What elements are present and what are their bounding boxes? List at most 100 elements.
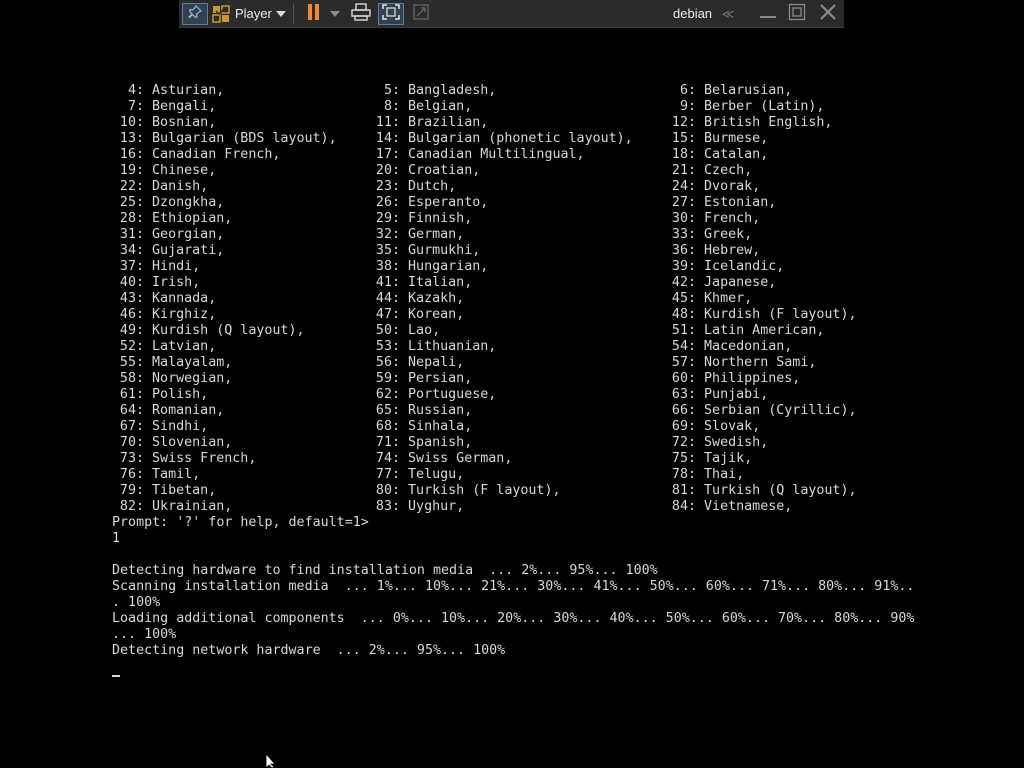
unity-button[interactable] bbox=[409, 3, 433, 25]
keyboard-option: 66: Serbian (Cyrillic), bbox=[664, 403, 857, 419]
fullscreen-button[interactable] bbox=[378, 3, 404, 25]
option-number: 73: bbox=[119, 451, 144, 466]
option-label: Sindhi, bbox=[152, 419, 209, 434]
option-number: 4: bbox=[127, 83, 144, 98]
keyboard-option: 42: Japanese, bbox=[664, 275, 776, 291]
keyboard-option: 37: Hindi, bbox=[112, 259, 200, 275]
keyboard-option: 70: Slovenian, bbox=[112, 435, 232, 451]
keyboard-option: 18: Catalan, bbox=[664, 147, 768, 163]
option-label: Tibetan, bbox=[152, 483, 217, 498]
option-label: Canadian Multilingual, bbox=[408, 147, 585, 162]
option-label: Dutch, bbox=[408, 179, 457, 194]
option-label: Czech, bbox=[704, 163, 753, 178]
player-menu-button[interactable]: Player bbox=[235, 3, 273, 25]
player-logo-icon[interactable] bbox=[211, 3, 231, 25]
option-label: Gurmukhi, bbox=[408, 243, 481, 258]
keyboard-option: 29: Finnish, bbox=[368, 211, 472, 227]
option-number: 46: bbox=[119, 307, 144, 322]
option-label: French, bbox=[704, 211, 761, 226]
option-label: Tamil, bbox=[152, 467, 201, 482]
keyboard-option: 52: Latvian, bbox=[112, 339, 216, 355]
option-number: 16: bbox=[119, 147, 144, 162]
pin-toolbar-button[interactable] bbox=[182, 3, 208, 25]
keyboard-option: 45: Khmer, bbox=[664, 291, 752, 307]
collapse-icon[interactable]: ≪ bbox=[719, 3, 737, 25]
minimize-button[interactable] bbox=[757, 3, 779, 25]
keyboard-option: 51: Latin American, bbox=[664, 323, 824, 339]
option-number: 26: bbox=[375, 195, 400, 210]
option-number: 22: bbox=[119, 179, 144, 194]
keyboard-option: 33: Greek, bbox=[664, 227, 752, 243]
keyboard-option: 59: Persian, bbox=[368, 371, 472, 387]
option-label: Uyghur, bbox=[408, 499, 465, 514]
option-number: 6: bbox=[679, 83, 696, 98]
option-label: Bengali, bbox=[152, 99, 217, 114]
keyboard-option: 64: Romanian, bbox=[112, 403, 224, 419]
keyboard-option: 47: Korean, bbox=[368, 307, 464, 323]
keyboard-option: 53: Lithuanian, bbox=[368, 339, 496, 355]
option-label: Kazakh, bbox=[408, 291, 465, 306]
option-label: Ukrainian, bbox=[152, 499, 233, 514]
option-label: Norwegian, bbox=[152, 371, 233, 386]
console-input-echo: 1 bbox=[112, 531, 121, 546]
option-label: Macedonian, bbox=[704, 339, 793, 354]
keyboard-option: 10: Bosnian, bbox=[112, 115, 216, 131]
option-number: 12: bbox=[671, 115, 696, 130]
keyboard-option: 65: Russian, bbox=[368, 403, 472, 419]
option-label: Hungarian, bbox=[408, 259, 489, 274]
ctrl-alt-del-button[interactable] bbox=[349, 2, 373, 25]
option-label: Philippines, bbox=[704, 371, 801, 386]
keyboard-option: 23: Dutch, bbox=[368, 179, 456, 195]
option-label: Serbian (Cyrillic), bbox=[704, 403, 857, 418]
keyboard-option: 16: Canadian French, bbox=[112, 147, 281, 163]
option-number: 47: bbox=[375, 307, 400, 322]
keyboard-option: 39: Icelandic, bbox=[664, 259, 784, 275]
option-label: Russian, bbox=[408, 403, 473, 418]
restore-button[interactable] bbox=[786, 3, 808, 25]
option-number: 63: bbox=[671, 387, 696, 402]
option-number: 55: bbox=[119, 355, 144, 370]
power-menu-arrow-icon[interactable] bbox=[329, 3, 341, 25]
keyboard-option: 81: Turkish (Q layout), bbox=[664, 483, 857, 499]
option-label: Bangladesh, bbox=[408, 83, 497, 98]
option-label: Hindi, bbox=[152, 259, 201, 274]
option-number: 18: bbox=[671, 147, 696, 162]
keyboard-option: 24: Dvorak, bbox=[664, 179, 760, 195]
option-label: Thai, bbox=[704, 467, 745, 482]
option-number: 67: bbox=[119, 419, 144, 434]
vm-screen[interactable]: 4: Asturian, 5: Bangladesh, 6: Belarusian,… bbox=[0, 0, 1024, 768]
close-icon bbox=[818, 2, 838, 27]
keyboard-option: 15: Burmese, bbox=[664, 131, 768, 147]
keyboard-option: 17: Canadian Multilingual, bbox=[368, 147, 585, 163]
option-number: 17: bbox=[375, 147, 400, 162]
keyboard-option: 43: Kannada, bbox=[112, 291, 216, 307]
option-number: 36: bbox=[671, 243, 696, 258]
close-button[interactable] bbox=[816, 3, 840, 25]
option-label: Vietnamese, bbox=[704, 499, 793, 514]
log-line: Loading additional components ... 0%... … bbox=[112, 611, 915, 626]
option-number: 51: bbox=[671, 323, 696, 338]
option-label: Dzongkha, bbox=[152, 195, 225, 210]
keyboard-option: 22: Danish, bbox=[112, 179, 208, 195]
vm-player-toolbar: Player debian ≪ bbox=[179, 0, 844, 28]
option-number: 32: bbox=[375, 227, 400, 242]
option-label: Estonian, bbox=[704, 195, 777, 210]
option-number: 52: bbox=[119, 339, 144, 354]
option-number: 68: bbox=[375, 419, 400, 434]
option-label: Dvorak, bbox=[704, 179, 761, 194]
option-label: Portuguese, bbox=[408, 387, 497, 402]
option-number: 38: bbox=[375, 259, 400, 274]
restore-icon bbox=[788, 3, 806, 26]
dropdown-arrow-icon[interactable] bbox=[275, 3, 287, 25]
log-line: Scanning installation media ... 1%... 10… bbox=[112, 579, 915, 594]
keyboard-option: 83: Uyghur, bbox=[368, 499, 464, 515]
keyboard-option: 46: Kirghiz, bbox=[112, 307, 216, 323]
option-label: Kirghiz, bbox=[152, 307, 217, 322]
option-label: Bosnian, bbox=[152, 115, 217, 130]
keyboard-option: 44: Kazakh, bbox=[368, 291, 464, 307]
option-label: Georgian, bbox=[152, 227, 225, 242]
option-number: 44: bbox=[375, 291, 400, 306]
option-number: 75: bbox=[671, 451, 696, 466]
option-label: Turkish (F layout), bbox=[408, 483, 561, 498]
pause-button[interactable] bbox=[303, 3, 325, 25]
